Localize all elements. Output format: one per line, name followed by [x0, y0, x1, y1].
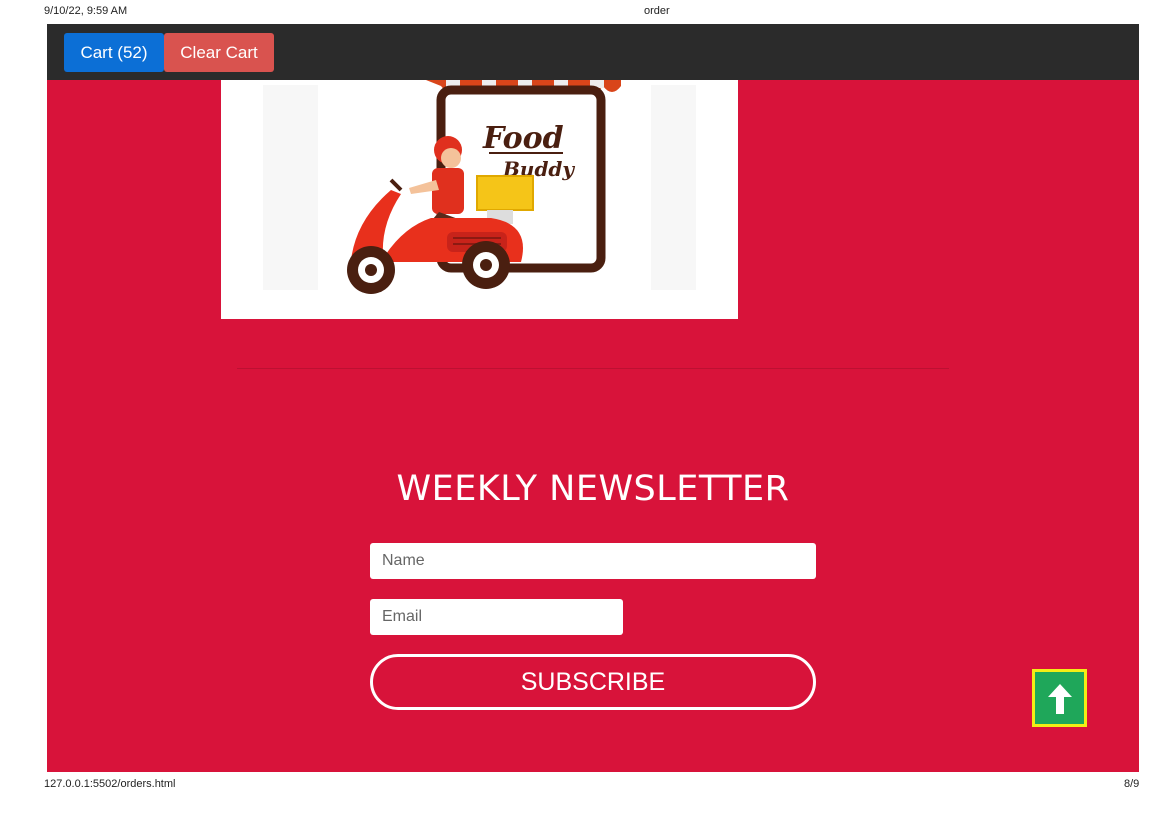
- print-datetime: 9/10/22, 9:59 AM: [44, 5, 128, 17]
- cart-button[interactable]: Cart (52): [64, 33, 164, 72]
- arrow-up-icon: [1048, 684, 1072, 714]
- subscribe-button[interactable]: SUBSCRIBE: [370, 654, 816, 710]
- back-to-top-button[interactable]: [1032, 669, 1087, 727]
- section-divider: [237, 368, 949, 369]
- print-url: 127.0.0.1:5502/orders.html: [44, 778, 176, 790]
- logo-image: Food Buddy: [221, 80, 738, 319]
- logo-text-line1: Food: [482, 121, 564, 156]
- navbar: Cart (52) Clear Cart: [47, 24, 1139, 80]
- email-input[interactable]: [370, 599, 623, 635]
- newsletter-title: WEEKLY NEWSLETTER: [396, 469, 790, 509]
- name-input[interactable]: [370, 543, 816, 579]
- clear-cart-button[interactable]: Clear Cart: [164, 33, 274, 72]
- print-page-number: 8/9: [1124, 778, 1140, 790]
- print-page-title: order: [644, 5, 670, 17]
- food-delivery-scooter-icon: Food Buddy: [263, 80, 696, 294]
- page-content: Cart (52) Clear Cart Food Buddy WEEKLY N…: [47, 24, 1139, 772]
